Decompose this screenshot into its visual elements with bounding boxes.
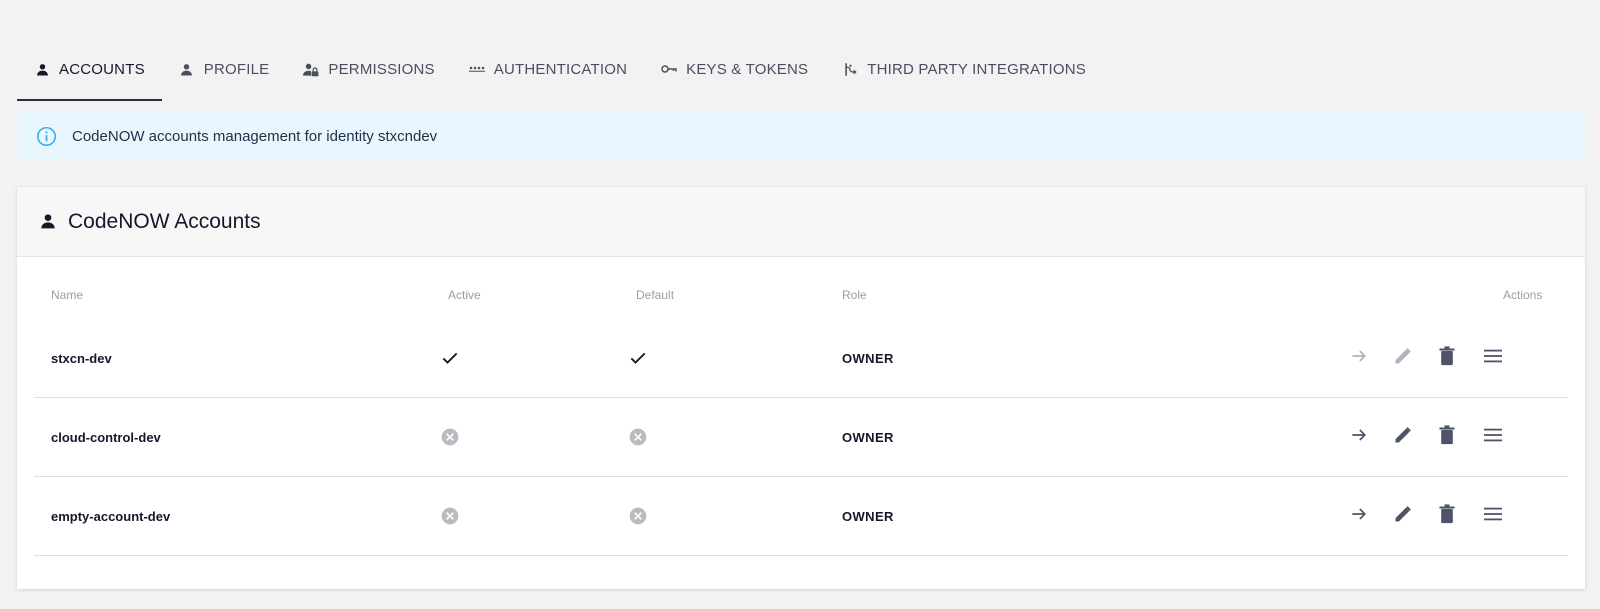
arrow-right-icon: [1349, 346, 1369, 371]
info-banner: CodeNOW accounts management for identity…: [17, 112, 1585, 160]
column-header-default: Default: [636, 288, 675, 302]
delete-account-button[interactable]: [1434, 398, 1460, 476]
menu-icon: [1482, 426, 1504, 449]
delete-account-button[interactable]: [1434, 319, 1460, 397]
column-header-actions: Actions: [1503, 288, 1543, 302]
table-row: cloud-control-dev OWNER: [34, 398, 1568, 477]
tab-label: ACCOUNTS: [59, 60, 145, 78]
key-icon: [661, 61, 677, 77]
tab-accounts[interactable]: ACCOUNTS: [17, 38, 162, 101]
switch-account-button[interactable]: [1346, 398, 1372, 476]
edit-account-button[interactable]: [1390, 477, 1416, 555]
pencil-icon: [1393, 346, 1413, 371]
tab-keys-tokens[interactable]: KEYS & TOKENS: [644, 38, 825, 100]
table-row: empty-account-dev OWNER: [34, 477, 1568, 556]
edit-account-button[interactable]: [1390, 398, 1416, 476]
active-check-icon: [440, 319, 460, 397]
not-default-x-icon: [628, 398, 648, 476]
edit-account-button[interactable]: [1390, 319, 1416, 397]
info-text: CodeNOW accounts management for identity…: [72, 127, 438, 145]
column-header-role: Role: [842, 288, 867, 302]
person-icon: [40, 213, 58, 231]
tab-profile[interactable]: PROFILE: [162, 38, 287, 100]
inactive-x-icon: [440, 398, 460, 476]
tab-label: PERMISSIONS: [328, 60, 435, 78]
delete-account-button[interactable]: [1434, 477, 1460, 555]
account-role: OWNER: [842, 429, 894, 445]
trash-icon: [1438, 424, 1456, 450]
account-name: stxcn-dev: [51, 350, 112, 366]
person-icon: [179, 61, 195, 77]
table-row: stxcn-dev OWNER: [34, 319, 1568, 398]
menu-icon: [1482, 347, 1504, 370]
default-check-icon: [628, 319, 648, 397]
card-header: CodeNOW Accounts: [17, 187, 1585, 257]
account-menu-button[interactable]: [1480, 319, 1506, 397]
person-icon: [34, 61, 50, 77]
accounts-card: CodeNOW Accounts Name Active Default Rol…: [17, 187, 1585, 589]
integration-icon: [842, 61, 858, 77]
column-header-name: Name: [51, 288, 84, 302]
settings-tabs: ACCOUNTS PROFILE PERMISSIONS AUTHENTICAT…: [17, 38, 1103, 101]
card-title: CodeNOW Accounts: [68, 209, 261, 233]
account-menu-button[interactable]: [1480, 398, 1506, 476]
switch-account-button[interactable]: [1346, 477, 1372, 555]
switch-account-button[interactable]: [1346, 319, 1372, 397]
column-header-active: Active: [448, 288, 481, 302]
password-dots-icon: [468, 61, 485, 77]
trash-icon: [1438, 345, 1456, 371]
pencil-icon: [1393, 504, 1413, 529]
people-lock-icon: [303, 61, 319, 77]
info-icon: [36, 126, 57, 147]
arrow-right-icon: [1349, 504, 1369, 529]
account-role: OWNER: [842, 508, 894, 524]
tab-label: KEYS & TOKENS: [686, 60, 809, 78]
tab-label: AUTHENTICATION: [493, 60, 628, 78]
account-menu-button[interactable]: [1480, 477, 1506, 555]
account-role: OWNER: [842, 350, 894, 366]
not-default-x-icon: [628, 477, 648, 555]
tab-third-party-integrations[interactable]: THIRD PARTY INTEGRATIONS: [825, 38, 1103, 100]
inactive-x-icon: [440, 477, 460, 555]
tab-authentication[interactable]: AUTHENTICATION: [452, 38, 644, 100]
tab-label: THIRD PARTY INTEGRATIONS: [867, 60, 1086, 78]
account-name: empty-account-dev: [51, 508, 171, 524]
tab-permissions[interactable]: PERMISSIONS: [286, 38, 451, 100]
arrow-right-icon: [1349, 425, 1369, 450]
pencil-icon: [1393, 425, 1413, 450]
trash-icon: [1438, 503, 1456, 529]
account-name: cloud-control-dev: [51, 429, 161, 445]
menu-icon: [1482, 505, 1504, 528]
tab-label: PROFILE: [203, 60, 270, 78]
